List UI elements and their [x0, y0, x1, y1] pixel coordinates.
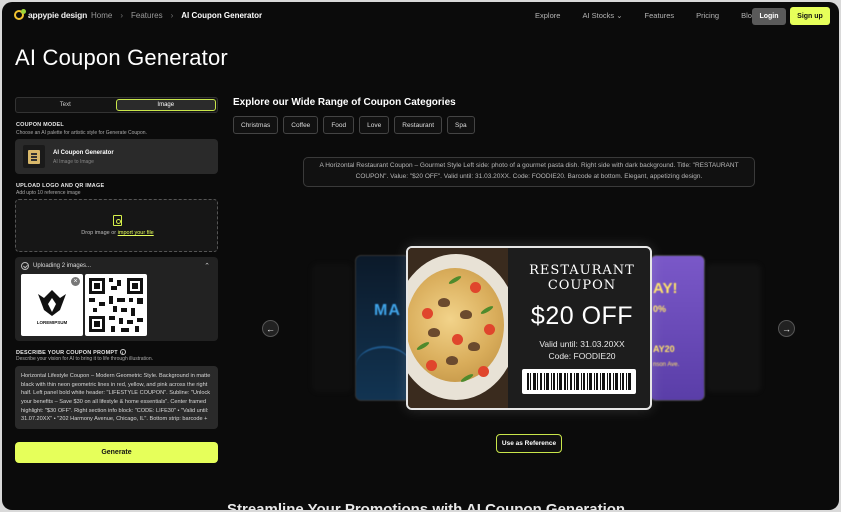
main-menu: Explore AI Stocks ⌄ Features Pricing Blo… [535, 11, 782, 20]
breadcrumb-features[interactable]: Features [131, 11, 163, 20]
category-love[interactable]: Love [359, 116, 390, 134]
use-as-reference-button[interactable]: Use as Reference [496, 434, 562, 453]
logo[interactable]: appypie design [14, 9, 88, 20]
model-type: AI Image to Image [53, 159, 94, 165]
check-circle-icon [21, 262, 29, 270]
coupon-code: Code: FOODIE20 [548, 351, 616, 361]
appypie-logo-icon [14, 9, 26, 20]
category-list: Christmas Coffee Food Love Restaurant Sp… [233, 116, 475, 134]
qr-code-icon [89, 278, 143, 332]
carousel-next-arrow-icon[interactable]: → [778, 320, 795, 337]
category-restaurant[interactable]: Restaurant [394, 116, 443, 134]
coupon-title: RESTAURANT COUPON [512, 263, 650, 294]
chevron-down-icon: ⌄ [616, 11, 623, 20]
carousel-card-left[interactable]: MA [355, 255, 410, 401]
category-food[interactable]: Food [323, 116, 355, 134]
wave-decoration [356, 346, 409, 386]
breadcrumb-current: AI Coupon Generator [181, 11, 263, 20]
prompt-textarea[interactable]: Horizontal Lifestyle Coupon – Modern Geo… [15, 366, 218, 429]
model-name: AI Coupon Generator [53, 150, 114, 156]
section-heading: Streamline Your Promotions with AI Coupo… [227, 501, 626, 510]
breadcrumb-home[interactable]: Home [91, 11, 112, 20]
chevron-right-icon: › [170, 11, 174, 20]
login-button[interactable]: Login [752, 8, 786, 25]
coupon-model-sub: Choose an AI palette for artistic style … [16, 130, 147, 136]
page-title: AI Coupon Generator [15, 45, 228, 70]
menu-explore[interactable]: Explore [535, 11, 560, 20]
chevron-right-icon: › [120, 11, 124, 20]
image-dropzone[interactable]: Drop image or import your file [15, 199, 218, 252]
signup-button[interactable]: Sign up [790, 7, 830, 25]
coupon-model-label: COUPON MODEL [16, 122, 64, 128]
menu-ai-stocks[interactable]: AI Stocks ⌄ [582, 11, 622, 20]
carousel-card-right[interactable]: AY! 0% AY20 nson Ave. [650, 255, 705, 401]
barcode-icon [527, 373, 631, 390]
upload-label: UPLOAD LOGO AND QR IMAGE [16, 183, 105, 189]
left-card-text: MA [374, 302, 401, 319]
upload-progress-panel: Uploading 2 images... ⌃ LOREMIPSUM × [15, 257, 218, 341]
coupon-preview[interactable]: RESTAURANT COUPON $20 OFF Valid until: 31… [406, 246, 652, 410]
chevron-up-icon[interactable]: ⌃ [204, 262, 210, 270]
pasta-dish-image [408, 248, 508, 408]
coupon-carousel: MA AY! 0% AY20 nson Ave. RESTAURANT COUP… [312, 242, 762, 412]
upload-sub: Add upto 10 reference image [16, 190, 81, 196]
prompt-sub: Describe your vision for AI to bring it … [16, 356, 154, 362]
file-image-icon [113, 215, 122, 226]
carousel-card-far-right [706, 264, 761, 392]
carousel-card-far-left [312, 264, 352, 392]
menu-pricing[interactable]: Pricing [696, 11, 719, 20]
category-spa[interactable]: Spa [447, 116, 475, 134]
right-card-line-3: AY20 [653, 344, 675, 354]
right-card-line-2: 0% [653, 304, 667, 314]
logo-thumbnail-label: LOREMIPSUM [36, 320, 68, 325]
remove-icon[interactable]: × [71, 277, 80, 286]
right-card-line-4: nson Ave. [653, 362, 680, 368]
logo-text: appypie design [28, 10, 88, 20]
reference-description: A Horizontal Restaurant Coupon – Gourmet… [303, 157, 755, 187]
generate-button[interactable]: Generate [15, 442, 218, 463]
breadcrumb: Home › Features › AI Coupon Generator [91, 11, 262, 20]
menu-ai-stocks-label: AI Stocks [582, 11, 615, 20]
model-card[interactable]: AI Coupon Generator AI Image to Image [15, 139, 218, 174]
coupon-value: $20 OFF [530, 302, 634, 330]
prompt-label: DESCRIBE YOUR COUPON PROMPT i [16, 349, 126, 356]
dropzone-label: Drop image or [81, 230, 118, 236]
info-icon[interactable]: i [119, 349, 126, 355]
coupon-valid-until: Valid until: 31.03.20XX [539, 339, 625, 349]
upload-status-text: Uploading 2 images... [33, 263, 92, 269]
carousel-prev-arrow-icon[interactable]: ← [262, 320, 279, 337]
tab-text[interactable]: Text [16, 98, 115, 112]
category-christmas[interactable]: Christmas [233, 116, 279, 134]
mode-tabs: Text Image [15, 97, 218, 113]
right-card-line-1: AY! [653, 280, 678, 297]
model-thumbnail [23, 145, 45, 168]
barcode [522, 369, 636, 394]
coupon-title-line-2: COUPON [547, 277, 617, 293]
uploaded-logo-thumbnail: LOREMIPSUM × [21, 274, 83, 336]
categories-heading: Explore our Wide Range of Coupon Categor… [233, 97, 456, 108]
dropzone-text: Drop image or import your file [16, 230, 219, 236]
coupon-title-line-1: RESTAURANT [529, 263, 635, 278]
tab-image[interactable]: Image [115, 99, 216, 111]
top-nav: appypie design Home › Features › AI Coup… [2, 2, 839, 30]
app-window: appypie design Home › Features › AI Coup… [2, 2, 839, 510]
uploaded-qr-thumbnail [85, 274, 147, 336]
menu-features[interactable]: Features [645, 11, 675, 20]
import-file-link[interactable]: import your file [118, 230, 154, 236]
upload-status: Uploading 2 images... [21, 262, 91, 270]
category-coffee[interactable]: Coffee [283, 116, 319, 134]
